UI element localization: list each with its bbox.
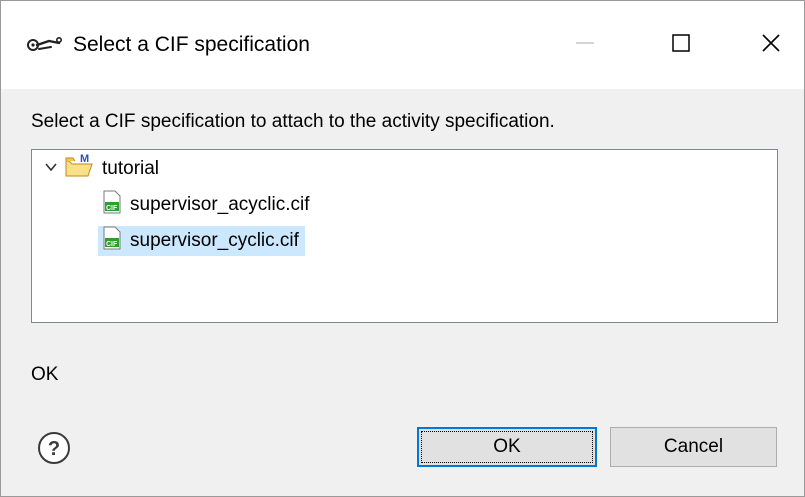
tree-item-label: tutorial: [102, 158, 160, 179]
eclipse-tool-icon: [25, 35, 65, 59]
instruction-text: Select a CIF specification to attach to …: [31, 111, 555, 132]
close-button[interactable]: [739, 19, 803, 71]
title-bar[interactable]: Select a CIF specification: [1, 1, 804, 89]
svg-text:CIF: CIF: [106, 241, 118, 248]
cif-tree[interactable]: M tutorial CIF supervisor_acyclic.cif CI…: [31, 149, 778, 323]
tree-item-supervisor-acyclic[interactable]: CIF supervisor_acyclic.cif: [102, 190, 310, 220]
svg-text:CIF: CIF: [106, 205, 118, 212]
maximize-button[interactable]: [649, 19, 713, 71]
dialog-window: Select a CIF specification Select a CIF …: [0, 0, 805, 497]
ok-button[interactable]: OK: [417, 427, 597, 467]
minimize-button[interactable]: [553, 19, 617, 71]
minimize-icon: [574, 32, 596, 59]
chevron-down-icon[interactable]: [44, 158, 58, 180]
svg-text:?: ?: [48, 438, 60, 460]
help-icon[interactable]: ?: [37, 431, 71, 465]
tree-item-tutorial[interactable]: M tutorial: [44, 153, 160, 185]
cif-file-icon: CIF: [102, 226, 122, 256]
cancel-button[interactable]: Cancel: [610, 427, 777, 467]
window-title: Select a CIF specification: [73, 33, 310, 56]
cif-file-icon: CIF: [102, 190, 122, 220]
close-icon: [760, 32, 782, 59]
status-message: OK: [31, 364, 59, 385]
maximize-icon: [670, 32, 692, 59]
tree-item-label: supervisor_acyclic.cif: [130, 194, 310, 215]
project-folder-icon: M: [64, 153, 94, 185]
tree-item-supervisor-cyclic[interactable]: CIF supervisor_cyclic.cif: [98, 226, 305, 256]
svg-text:M: M: [80, 153, 89, 165]
tree-item-label: supervisor_cyclic.cif: [130, 230, 299, 251]
dialog-content: Select a CIF specification to attach to …: [1, 89, 804, 496]
